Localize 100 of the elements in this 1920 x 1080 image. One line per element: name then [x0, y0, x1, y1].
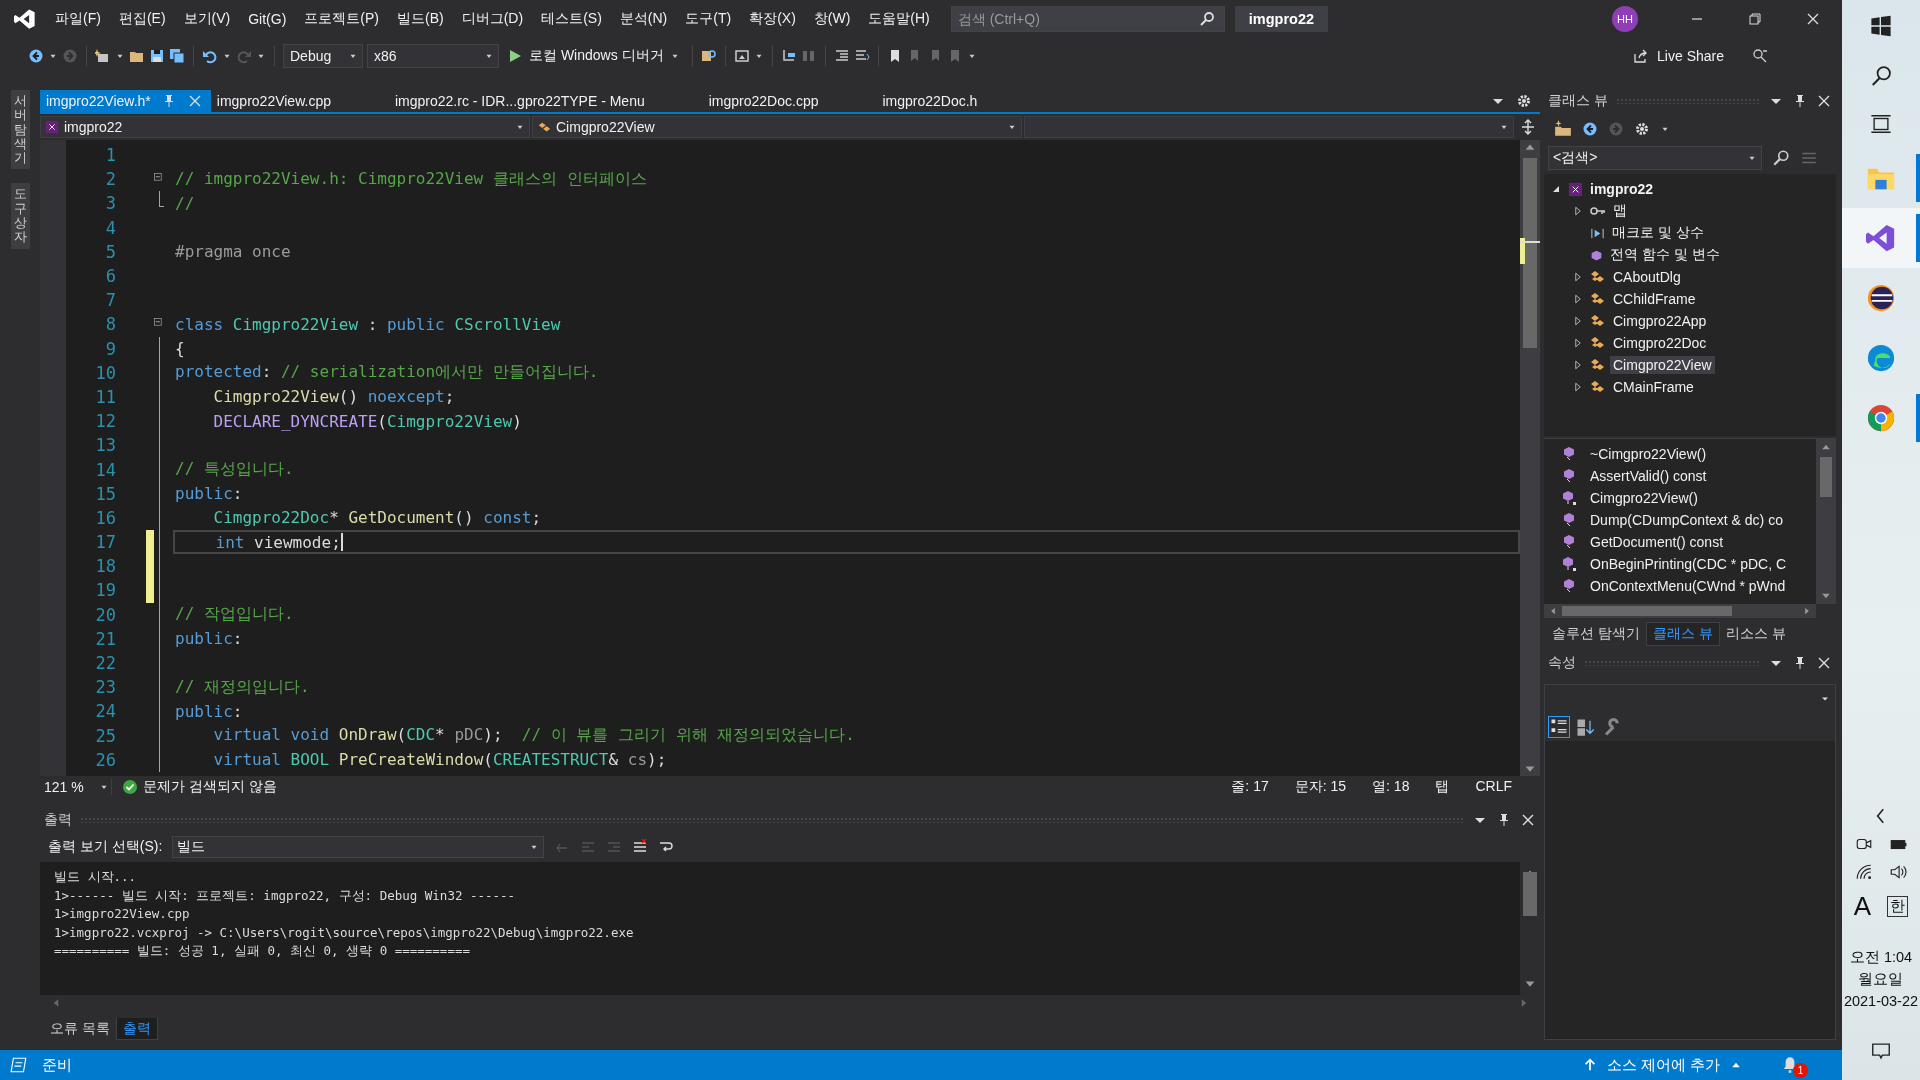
play-icon[interactable] [507, 48, 523, 64]
scrollbar-thumb[interactable] [1562, 606, 1732, 616]
scrollbar[interactable] [1520, 140, 1540, 776]
save-icon[interactable] [149, 48, 165, 64]
collapsed-icon[interactable] [1572, 205, 1584, 217]
gear-icon[interactable] [1516, 93, 1532, 109]
close-icon[interactable] [1520, 812, 1536, 828]
menu-item[interactable]: 보기(V) [174, 10, 240, 28]
gear-icon[interactable] [1634, 121, 1650, 137]
clear-all-icon[interactable] [632, 839, 649, 855]
feedback-icon[interactable] [1752, 48, 1768, 64]
browser-icon[interactable] [733, 48, 750, 64]
tree-item[interactable]: 전역 함수 및 변수 [1607, 245, 1723, 265]
wifi-icon[interactable] [1855, 863, 1873, 881]
issues-status[interactable]: 문제가 검색되지 않음 [143, 778, 277, 796]
undo-icon[interactable] [202, 48, 218, 64]
panel-tab[interactable]: 출력 [115, 1018, 158, 1040]
save-all-icon[interactable] [169, 48, 185, 64]
menu-item[interactable]: 창(W) [804, 10, 860, 28]
editor-tab[interactable]: imgpro22Doc.h [876, 90, 1036, 112]
tree-item[interactable]: Cimgpro22Doc [1610, 334, 1710, 352]
tree-item[interactable]: Cimgpro22View [1610, 356, 1715, 374]
studio-logo-icon[interactable] [1866, 223, 1896, 253]
editor-tab[interactable]: imgpro22View.cpp [210, 90, 389, 112]
chrome-logo-icon[interactable] [1866, 403, 1896, 433]
panel-tab[interactable]: 오류 목록 [44, 1018, 116, 1040]
new-folder-icon[interactable] [1554, 120, 1572, 138]
clock[interactable]: 오전 1:04 월요일 2021-03-22 [1843, 946, 1919, 1012]
add-to-source-control-button[interactable]: 소스 제어에 추가 [1582, 1055, 1742, 1075]
tree-item[interactable]: 매크로 및 상수 [1609, 223, 1707, 243]
ime-indicator[interactable]: 한 [1887, 896, 1909, 917]
volume-icon[interactable] [1889, 863, 1907, 881]
collapsed-icon[interactable] [1572, 359, 1584, 371]
close-icon[interactable] [1805, 11, 1821, 27]
tree-item[interactable]: CAboutDlg [1610, 268, 1684, 286]
menu-item[interactable]: 파일(F) [46, 10, 110, 28]
tree-item[interactable]: imgpro22 [1587, 180, 1656, 198]
menu-item[interactable]: 편집(E) [109, 10, 175, 28]
indent-indicator[interactable]: 탭 [1435, 778, 1450, 796]
member-item[interactable]: Cimgpro22View() [1590, 490, 1698, 506]
search-icon[interactable] [1870, 65, 1892, 87]
find-icon[interactable] [700, 48, 717, 64]
tree-item[interactable]: 맵 [1610, 201, 1630, 221]
output-source-dropdown[interactable]: 빌드 [172, 836, 545, 858]
menu-item[interactable]: 확장(X) [740, 10, 805, 28]
collapsed-icon[interactable] [1572, 381, 1584, 393]
platform-dropdown[interactable]: x86 [367, 44, 499, 68]
menu-item[interactable]: 도움말(H) [859, 10, 939, 28]
menu-item[interactable]: 디버그(D) [452, 10, 533, 28]
start-icon[interactable] [1870, 15, 1892, 37]
alphabetical-icon[interactable] [1575, 717, 1595, 737]
new-project-icon[interactable] [95, 48, 111, 64]
editor-tab[interactable]: imgpro22Doc.cpp [702, 90, 877, 112]
panel-tab[interactable]: 솔루션 탐색기 [1546, 622, 1646, 646]
tree-item[interactable]: CChildFrame [1610, 290, 1699, 308]
search-field[interactable]: 검색 (Ctrl+Q) [950, 6, 1225, 32]
search-dropdown[interactable]: <검색> [1548, 146, 1762, 170]
member-item[interactable]: OnContextMenu(CWnd * pWnd [1590, 578, 1786, 594]
back-icon[interactable] [28, 48, 44, 64]
input-mode-indicator[interactable]: A [1853, 891, 1872, 922]
split-icon[interactable] [1520, 119, 1536, 135]
menu-item[interactable]: 프로젝트(P) [295, 10, 388, 28]
editor-tab[interactable]: imgpro22.rc - IDR...gpro22TYPE - Menu [388, 90, 703, 112]
menu-item[interactable]: 분석(N) [610, 10, 677, 28]
categorized-icon[interactable] [1549, 717, 1569, 737]
outdent-icon[interactable] [833, 48, 850, 64]
scope-dropdown[interactable]: Cimgpro22View [532, 116, 1022, 138]
horizontal-scrollbar[interactable] [1544, 604, 1816, 618]
user-avatar[interactable]: HH [1612, 6, 1638, 32]
zoom-dropdown[interactable]: 121 % [40, 779, 112, 795]
restore-icon[interactable] [1747, 11, 1763, 27]
member-item[interactable]: ~Cimgpro22View() [1590, 446, 1707, 462]
side-tab[interactable]: 도구 상자 [10, 183, 30, 249]
menu-item[interactable]: 빌드(B) [388, 10, 453, 28]
panel-tab[interactable]: 클래스 뷰 [1645, 622, 1720, 646]
scrollbar[interactable] [1816, 439, 1836, 604]
menu-item[interactable]: 테스트(S) [532, 10, 611, 28]
back-icon[interactable] [1582, 121, 1598, 137]
scrollbar-thumb[interactable] [1820, 457, 1832, 497]
project-dropdown[interactable]: imgpro22 [40, 116, 530, 138]
member-item[interactable]: Dump(CDumpContext & dc) co [1590, 512, 1783, 528]
eclipse-logo-icon[interactable] [1866, 283, 1896, 313]
close-icon[interactable] [1816, 655, 1832, 671]
menu-item[interactable]: 도구(T) [676, 10, 741, 28]
collapsed-icon[interactable] [1572, 271, 1584, 283]
scrollbar-thumb[interactable] [1523, 871, 1537, 916]
member-item[interactable]: AssertValid() const [1590, 468, 1707, 484]
search-icon[interactable] [1772, 149, 1790, 167]
start-debugger-button[interactable]: 로컬 Windows 디버거 [503, 47, 684, 65]
task-view-icon[interactable] [1870, 113, 1892, 135]
collapsed-icon[interactable] [1572, 337, 1584, 349]
collapsed-icon[interactable] [1572, 293, 1584, 305]
menu-item[interactable]: Git(G) [239, 11, 296, 27]
step-icon[interactable] [780, 48, 797, 64]
configuration-dropdown[interactable]: Debug [283, 44, 363, 68]
tree-item[interactable]: Cimgpro22App [1610, 312, 1710, 330]
tree-item[interactable]: CMainFrame [1610, 378, 1697, 396]
line-ending-indicator[interactable]: CRLF [1475, 778, 1512, 796]
panel-tab[interactable]: 리소스 뷰 [1719, 622, 1792, 646]
member-item[interactable]: GetDocument() const [1590, 534, 1724, 550]
